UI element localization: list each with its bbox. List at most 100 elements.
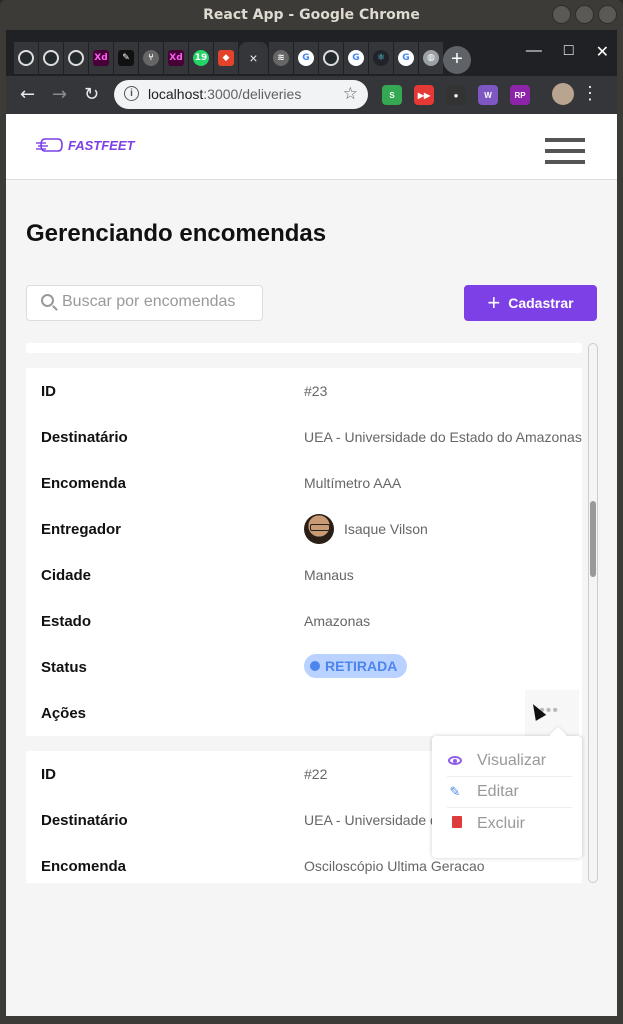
browser-window: React App - Google Chrome Xd ✎ ⑂ Xd 19 ◆ × ≋ G G ⚛… xyxy=(0,0,623,1024)
url-text[interactable]: localhost:3000/deliveries xyxy=(148,86,301,102)
forward-icon[interactable]: → xyxy=(52,84,67,105)
status-dot-icon xyxy=(310,661,320,671)
field-label: Ações xyxy=(41,705,87,722)
close-tab-icon[interactable]: × xyxy=(249,50,257,66)
browser-tab[interactable]: Xd xyxy=(89,42,114,74)
browser-tab[interactable]: ✎ xyxy=(114,42,139,74)
hamburger-menu-icon[interactable] xyxy=(545,138,585,171)
actions-popover: Visualizar ✎ Editar Excluir xyxy=(432,736,582,858)
google-icon: G xyxy=(348,50,364,66)
field-label: Destinatário xyxy=(41,812,128,829)
github-icon xyxy=(43,50,59,66)
field-row-id: ID #23 xyxy=(26,368,582,414)
extension-icon[interactable]: ▶▶ xyxy=(414,85,434,105)
status-badge: RETIRADA xyxy=(304,654,408,678)
browser-tab[interactable]: 19 xyxy=(189,42,214,74)
browser-tab[interactable]: G xyxy=(394,42,419,74)
add-button-label: Cadastrar xyxy=(508,295,574,311)
browser-tab[interactable]: ⚛ xyxy=(369,42,394,74)
new-tab-button[interactable]: + xyxy=(443,46,471,74)
github-icon xyxy=(68,50,84,66)
reload-icon[interactable]: ↻ xyxy=(84,84,99,105)
field-label: Entregador xyxy=(41,521,122,538)
field-label: Status xyxy=(41,659,87,676)
page-title: Gerenciando encomendas xyxy=(26,220,327,247)
github-icon xyxy=(323,50,339,66)
address-bar[interactable]: i localhost:3000/deliveries ☆ xyxy=(114,80,368,109)
courier-name: Isaque Vilson xyxy=(344,521,428,537)
delete-action[interactable]: Excluir xyxy=(447,808,572,839)
browser-tab[interactable] xyxy=(39,42,64,74)
pencil-icon: ✎ xyxy=(449,784,461,800)
minimize-icon[interactable]: — xyxy=(526,42,542,62)
browser-tab[interactable]: ◆ xyxy=(214,42,239,74)
field-label: Encomenda xyxy=(41,858,127,875)
field-label: ID xyxy=(41,383,56,400)
view-action[interactable]: Visualizar xyxy=(447,746,572,777)
maximize-window-button[interactable] xyxy=(575,5,594,24)
extension-icon[interactable]: S xyxy=(382,85,402,105)
add-delivery-button[interactable]: + Cadastrar xyxy=(464,285,597,321)
search-input[interactable] xyxy=(62,293,257,311)
field-row-product: Encomenda Multímetro AAA xyxy=(26,460,582,506)
git-branch-icon: ⑂ xyxy=(143,50,159,66)
profile-avatar[interactable] xyxy=(552,83,574,105)
field-row-city: Cidade Manaus xyxy=(26,552,582,598)
field-row-recipient: Destinatário UEA - Universidade do Estad… xyxy=(26,414,582,460)
title-bar: React App - Google Chrome xyxy=(0,0,623,30)
field-label: Destinatário xyxy=(41,429,128,446)
back-icon[interactable]: ← xyxy=(20,84,35,105)
google-icon: G xyxy=(398,50,414,66)
adobe-xd-icon: Xd xyxy=(93,50,109,66)
bookmark-star-icon[interactable]: ☆ xyxy=(343,84,358,104)
pen-tool-icon: ✎ xyxy=(118,50,134,66)
search-icon xyxy=(41,294,54,307)
courier-value: Isaque Vilson xyxy=(304,514,428,544)
info-icon[interactable]: i xyxy=(124,86,139,101)
extension-icon[interactable]: RP xyxy=(510,85,530,105)
maximize-icon[interactable]: □ xyxy=(564,42,574,62)
browser-tab[interactable]: × xyxy=(239,42,269,74)
field-label: Cidade xyxy=(41,567,92,584)
browser-tab[interactable] xyxy=(319,42,344,74)
browser-toolbar: ← → ↻ i localhost:3000/deliveries ☆ S ▶▶ ●… xyxy=(6,76,617,114)
browser-tab[interactable]: ≋ xyxy=(269,42,294,74)
browser-tab[interactable] xyxy=(14,42,39,74)
extension-icon[interactable]: ● xyxy=(446,85,466,105)
browser-tab[interactable] xyxy=(64,42,89,74)
courier-avatar xyxy=(304,514,334,544)
close-window-button[interactable] xyxy=(598,5,617,24)
fastfeet-logo[interactable]: FASTFEET xyxy=(36,137,134,153)
browser-tab[interactable]: G xyxy=(344,42,369,74)
close-icon[interactable]: ✕ xyxy=(596,42,609,62)
browser-tab[interactable]: ⑂ xyxy=(139,42,164,74)
tab-strip: Xd ✎ ⑂ Xd 19 ◆ × ≋ G G ⚛ G ◍ + — □ ✕ xyxy=(6,30,617,76)
field-label: ID xyxy=(41,766,56,783)
truck-logo-icon xyxy=(36,138,63,152)
scrollbar-thumb[interactable] xyxy=(590,501,596,577)
google-icon: G xyxy=(298,50,314,66)
recipient-value: UEA - Universidade do Estado do Amazonas xyxy=(304,429,582,445)
edit-action[interactable]: ✎ Editar xyxy=(447,777,572,808)
browser-tab[interactable]: ◍ xyxy=(419,42,444,74)
field-row-state: Estado Amazonas xyxy=(26,598,582,644)
whatsapp-icon: 19 xyxy=(193,50,209,66)
browser-tab[interactable]: Xd xyxy=(164,42,189,74)
browser-menu-icon[interactable]: ⋮ xyxy=(581,83,599,104)
delivery-id: #22 xyxy=(304,766,328,782)
gitlab-icon: ◆ xyxy=(218,50,234,66)
list-scrollbar[interactable] xyxy=(588,343,598,883)
github-icon xyxy=(18,50,34,66)
minimize-window-button[interactable] xyxy=(552,5,571,24)
browser-tab[interactable]: G xyxy=(294,42,319,74)
product-value: Osciloscópio Ultima Geracao xyxy=(304,858,485,874)
field-row-courier: Entregador Isaque Vilson xyxy=(26,506,582,552)
city-value: Manaus xyxy=(304,567,354,583)
eye-icon xyxy=(448,755,462,765)
window-title: React App - Google Chrome xyxy=(203,7,420,23)
react-icon: ⚛ xyxy=(373,50,389,66)
sdk-icon: ≋ xyxy=(273,50,289,66)
state-value: Amazonas xyxy=(304,613,371,629)
extension-icon[interactable]: W xyxy=(478,85,498,105)
delivery-card: ID #23 Destinatário UEA - Universidade d… xyxy=(26,368,582,736)
